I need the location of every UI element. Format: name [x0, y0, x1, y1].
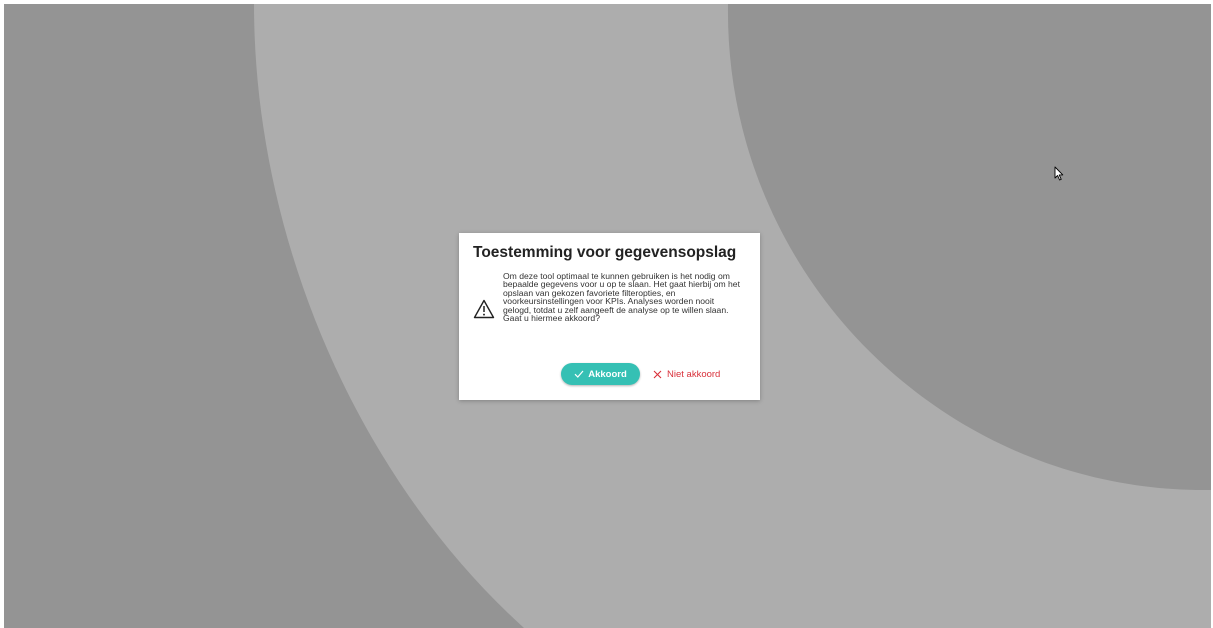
decline-button[interactable]: Niet akkoord: [653, 363, 720, 385]
app-viewport: Toestemming voor gegevensopslag Om deze …: [4, 4, 1211, 628]
warning-icon: [473, 299, 495, 319]
accept-label: Akkoord: [588, 368, 627, 380]
dialog-message: Om deze tool optimaal te kunnen gebruike…: [503, 271, 740, 324]
accept-button[interactable]: Akkoord: [561, 363, 640, 385]
close-icon: [653, 370, 662, 379]
dialog-title: Toestemming voor gegevensopslag: [473, 244, 737, 261]
decline-label: Niet akkoord: [667, 368, 721, 380]
mouse-cursor-icon: [1054, 166, 1064, 181]
check-icon: [574, 370, 584, 378]
consent-dialog: Toestemming voor gegevensopslag Om deze …: [459, 233, 760, 400]
dialog-body: Om deze tool optimaal te kunnen gebruike…: [473, 272, 746, 347]
dialog-actions: Akkoord Niet akkoord: [459, 362, 760, 386]
